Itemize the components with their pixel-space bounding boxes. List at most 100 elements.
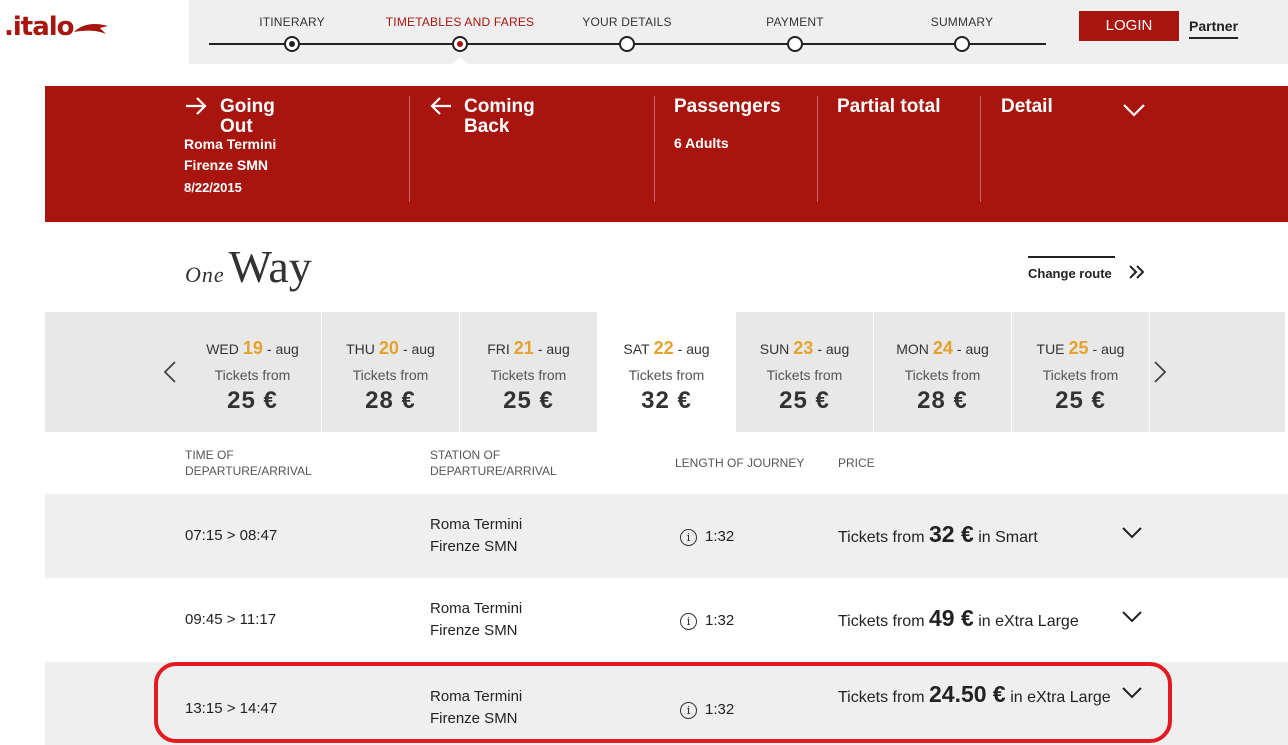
price-value: 24.50 € — [928, 681, 1006, 707]
day-number: 21 — [513, 338, 534, 358]
step-dot — [787, 36, 803, 52]
tickets-from-label: Tickets from — [766, 367, 843, 383]
month: - aug — [266, 341, 299, 357]
trip-type-big: Way — [228, 241, 312, 292]
date-price: 25 € — [1055, 387, 1106, 414]
partner-link[interactable]: Partner — [1189, 18, 1239, 39]
chevron-down-icon[interactable] — [1121, 686, 1143, 700]
date-price: 28 € — [917, 387, 968, 414]
stations: Roma Termini Firenze SMN — [430, 600, 523, 639]
day-number: 20 — [378, 338, 399, 358]
change-route-link[interactable]: Change route — [1028, 256, 1156, 286]
date-option[interactable]: THU 20- aug Tickets from 28 € — [322, 312, 460, 432]
tickets-from-label: Tickets from — [904, 367, 981, 383]
date-option[interactable]: WED 19- aug Tickets from 25 € — [184, 312, 322, 432]
step-dot-done — [284, 36, 300, 52]
day-of-week: WED — [206, 341, 239, 357]
info-icon[interactable]: i — [680, 613, 697, 630]
info-icon[interactable]: i — [680, 702, 697, 719]
active-step-pointer-icon — [451, 57, 469, 65]
date-price: 25 € — [503, 387, 554, 414]
price-info: Tickets from 32 € in Smart — [838, 521, 1038, 547]
travel-date: 8/22/2015 — [184, 180, 242, 195]
passengers-title: Passengers — [674, 96, 781, 117]
month: - aug — [537, 341, 570, 357]
day-number: 23 — [793, 338, 814, 358]
departure-arrival-time: 09:45 > 11:17 — [185, 611, 277, 628]
chevron-down-icon[interactable] — [1121, 526, 1143, 540]
tickets-from-label: Tickets from — [490, 367, 567, 383]
step-label: PAYMENT — [766, 15, 824, 29]
change-route-underline — [1028, 256, 1115, 258]
info-icon[interactable]: i — [680, 529, 697, 546]
date-option-selected[interactable]: SAT 22- aug Tickets from 32 € — [598, 312, 736, 432]
passengers-section[interactable]: Passengers 6 Adults — [674, 86, 814, 202]
italo-logo[interactable]: .italo — [4, 12, 114, 44]
day-number: 19 — [242, 338, 263, 358]
day-of-week: THU — [346, 341, 375, 357]
step-label: SUMMARY — [930, 15, 994, 29]
divider — [817, 96, 818, 202]
origin-station: Roma Termini — [184, 136, 277, 152]
divider — [980, 96, 981, 202]
journey-length: i 1:32 — [680, 612, 734, 630]
date-option[interactable]: SUN 23- aug Tickets from 25 € — [736, 312, 874, 432]
date-option[interactable]: MON 24- aug Tickets from 28 € — [874, 312, 1012, 432]
change-route-label: Change route — [1028, 266, 1112, 281]
chevron-left-icon[interactable] — [163, 360, 177, 384]
coming-back-section[interactable]: Coming Back — [429, 86, 649, 202]
train-result-row[interactable]: 09:45 > 11:17 Roma Termini Firenze SMN i1… — [45, 578, 1288, 662]
step-payment[interactable]: PAYMENT — [705, 0, 885, 52]
column-header-station: STATION OF DEPARTURE/ARRIVAL — [430, 448, 557, 478]
detail-section[interactable]: Detail — [1001, 86, 1151, 202]
train-result-row-highlighted[interactable]: 13:15 > 14:47 Roma Termini Firenze SMN i1… — [45, 662, 1288, 745]
trip-type-small: One — [185, 262, 225, 287]
price-value: 32 € — [928, 521, 974, 547]
chevron-down-icon[interactable] — [1121, 610, 1143, 624]
journey-summary: Going Out Roma Termini Firenze SMN 8/22/… — [45, 86, 1288, 222]
date-price: 28 € — [365, 387, 416, 414]
month: - aug — [817, 341, 850, 357]
date-price: 25 € — [779, 387, 830, 414]
login-button[interactable]: LOGIN — [1079, 11, 1179, 41]
step-timetables[interactable]: TIMETABLES AND FARES — [370, 0, 550, 52]
month: - aug — [1092, 341, 1125, 357]
chevron-right-icon[interactable] — [1153, 360, 1167, 384]
column-header-length: LENGTH OF JOURNEY — [675, 456, 805, 470]
departure-arrival-time: 13:15 > 14:47 — [185, 700, 278, 717]
month: - aug — [956, 341, 989, 357]
train-result-row[interactable]: 07:15 > 08:47 Roma Termini Firenze SMN i1… — [45, 494, 1288, 578]
double-chevron-right-icon — [1129, 265, 1145, 279]
day-of-week: MON — [896, 341, 929, 357]
month: - aug — [402, 341, 435, 357]
date-option[interactable]: TUE 25- aug Tickets from 25 € — [1012, 312, 1150, 432]
divider — [409, 96, 410, 202]
day-of-week: SUN — [759, 341, 790, 357]
day-number: 25 — [1068, 338, 1089, 358]
journey-length: i 1:32 — [680, 701, 734, 719]
logo-text: .italo — [4, 12, 75, 42]
date-option[interactable]: FRI 21- aug Tickets from 25 € — [460, 312, 598, 432]
going-out-section[interactable]: Going Out Roma Termini Firenze SMN 8/22/… — [184, 86, 404, 202]
stations: Roma Termini Firenze SMN — [430, 516, 523, 555]
step-label: YOUR DETAILS — [582, 15, 672, 29]
step-your-details[interactable]: YOUR DETAILS — [537, 0, 717, 52]
departure-arrival-time: 07:15 > 08:47 — [185, 527, 278, 544]
price-info: Tickets from 49 € in eXtra Large — [838, 605, 1079, 631]
step-summary[interactable]: SUMMARY — [872, 0, 1052, 52]
arrow-right-icon — [186, 97, 207, 115]
tickets-from-label: Tickets from — [352, 367, 429, 383]
tickets-from-label: Tickets from — [628, 367, 705, 383]
going-out-title: Going Out — [220, 96, 275, 137]
day-of-week: SAT — [623, 341, 650, 357]
chevron-down-icon[interactable] — [1122, 103, 1146, 117]
tickets-from-label: Tickets from — [1042, 367, 1119, 383]
destination-station: Firenze SMN — [184, 157, 269, 173]
step-dot — [954, 36, 970, 52]
stations: Roma Termini Firenze SMN — [430, 688, 523, 727]
arrow-left-icon — [430, 97, 451, 115]
step-itinerary[interactable]: ITINERARY — [202, 0, 382, 52]
coming-back-title: Coming Back — [464, 96, 535, 137]
partial-total-section: Partial total — [837, 86, 987, 202]
day-of-week: TUE — [1036, 341, 1065, 357]
